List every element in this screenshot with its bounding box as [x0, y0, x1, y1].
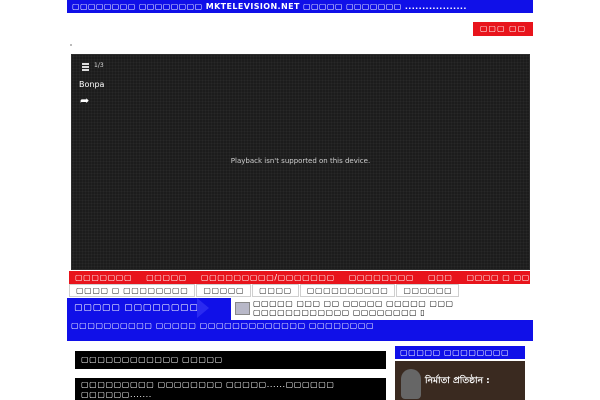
subnav-item[interactable]: ▢▢▢▢ ▢ ▢▢▢▢▢▢▢▢: [69, 284, 196, 297]
nav-item[interactable]: ▢▢▢▢▢▢▢: [69, 273, 140, 282]
section-title: ▢▢▢▢▢▢▢▢▢▢▢▢ ▢▢▢▢▢: [75, 351, 386, 369]
breaking-news-bar: ▢▢▢▢▢ ▢▢▢▢▢▢▢▢ : ▢▢▢▢▢ ▢▢▢ ▢▢ ▢▢▢▢▢ ▢▢▢▢…: [67, 298, 533, 341]
news-thumbnail[interactable]: [235, 302, 250, 315]
subnav-item[interactable]: ▢▢▢▢▢: [196, 284, 252, 297]
breaking-subline[interactable]: ▢▢▢▢▢▢▢▢▢▢ ▢▢▢▢▢ ▢▢▢▢▢▢▢▢▢▢▢▢▢ ▢▢▢▢▢▢▢▢: [71, 321, 374, 330]
video-player[interactable]: 1/3 Bonpa ➦ Playback isn't supported on …: [71, 54, 530, 270]
playlist-icon[interactable]: [82, 63, 89, 72]
share-icon[interactable]: ➦: [80, 95, 89, 106]
nav-item[interactable]: ▢▢▢▢▢: [140, 273, 195, 282]
sidebar-image-caption: নির্মাতা প্রতিষ্ঠান :: [425, 376, 490, 386]
subnav-item[interactable]: ▢▢▢▢: [252, 284, 299, 297]
breaking-headline[interactable]: ▢▢▢▢▢ ▢▢▢ ▢▢ ▢▢▢▢▢ ▢▢▢▢▢ ▢▢▢ ▢▢▢▢▢▢▢▢▢▢▢…: [253, 299, 531, 317]
header-red-button[interactable]: ▢▢▢ ▢▢: [473, 22, 533, 36]
page: ▢▢▢▢▢▢▢▢ ▢▢▢▢▢▢▢▢ MKTELEVISION.NET ▢▢▢▢▢…: [0, 0, 600, 400]
chevron-right-icon: [197, 298, 209, 318]
subnav-item[interactable]: ▢▢▢▢▢▢▢▢▢▢: [299, 284, 396, 297]
microphone-icon: [401, 369, 421, 399]
top-marquee: ▢▢▢▢▢▢▢▢ ▢▢▢▢▢▢▢▢ MKTELEVISION.NET ▢▢▢▢▢…: [67, 0, 533, 13]
video-title[interactable]: Bonpa: [79, 80, 104, 89]
tiny-marker: [70, 44, 72, 46]
secondary-nav: ▢▢▢▢ ▢ ▢▢▢▢▢▢▢▢ ▢▢▢▢▢ ▢▢▢▢ ▢▢▢▢▢▢▢▢▢▢ ▢▢…: [69, 284, 530, 297]
nav-item[interactable]: ▢▢▢▢▢▢▢▢▢/▢▢▢▢▢▢▢: [195, 273, 343, 282]
marquee-text: ▢▢▢▢▢▢▢▢ ▢▢▢▢▢▢▢▢ MKTELEVISION.NET ▢▢▢▢▢…: [72, 2, 467, 11]
breaking-news-item[interactable]: ▢▢▢▢▢ ▢▢▢ ▢▢ ▢▢▢▢▢ ▢▢▢▢▢ ▢▢▢ ▢▢▢▢▢▢▢▢▢▢▢…: [231, 298, 533, 320]
sidebar-image[interactable]: নির্মাতা প্রতিষ্ঠান :: [395, 361, 525, 400]
nav-item[interactable]: ▢▢▢: [422, 273, 460, 282]
primary-nav: ▢▢▢▢▢▢▢ ▢▢▢▢▢ ▢▢▢▢▢▢▢▢▢/▢▢▢▢▢▢▢ ▢▢▢▢▢▢▢▢…: [69, 271, 530, 284]
breaking-news-label: ▢▢▢▢▢ ▢▢▢▢▢▢▢▢ :: [74, 303, 207, 313]
playlist-count: 1/3: [94, 62, 104, 69]
post-title[interactable]: ▢▢▢▢▢▢▢▢▢ ▢▢▢▢▢▢▢▢ ▢▢▢▢▢......▢▢▢▢▢▢ ▢▢▢…: [75, 378, 386, 400]
nav-item[interactable]: ▢▢▢▢ ▢ ▢▢▢▢▢▢: [461, 273, 530, 282]
nav-item[interactable]: ▢▢▢▢▢▢▢▢: [343, 273, 422, 282]
subnav-item[interactable]: ▢▢▢▢▢▢: [396, 284, 460, 297]
sidebar-title: ▢▢▢▢▢ ▢▢▢▢▢▢▢▢: [395, 346, 525, 359]
playback-message: Playback isn't supported on this device.: [230, 157, 371, 165]
